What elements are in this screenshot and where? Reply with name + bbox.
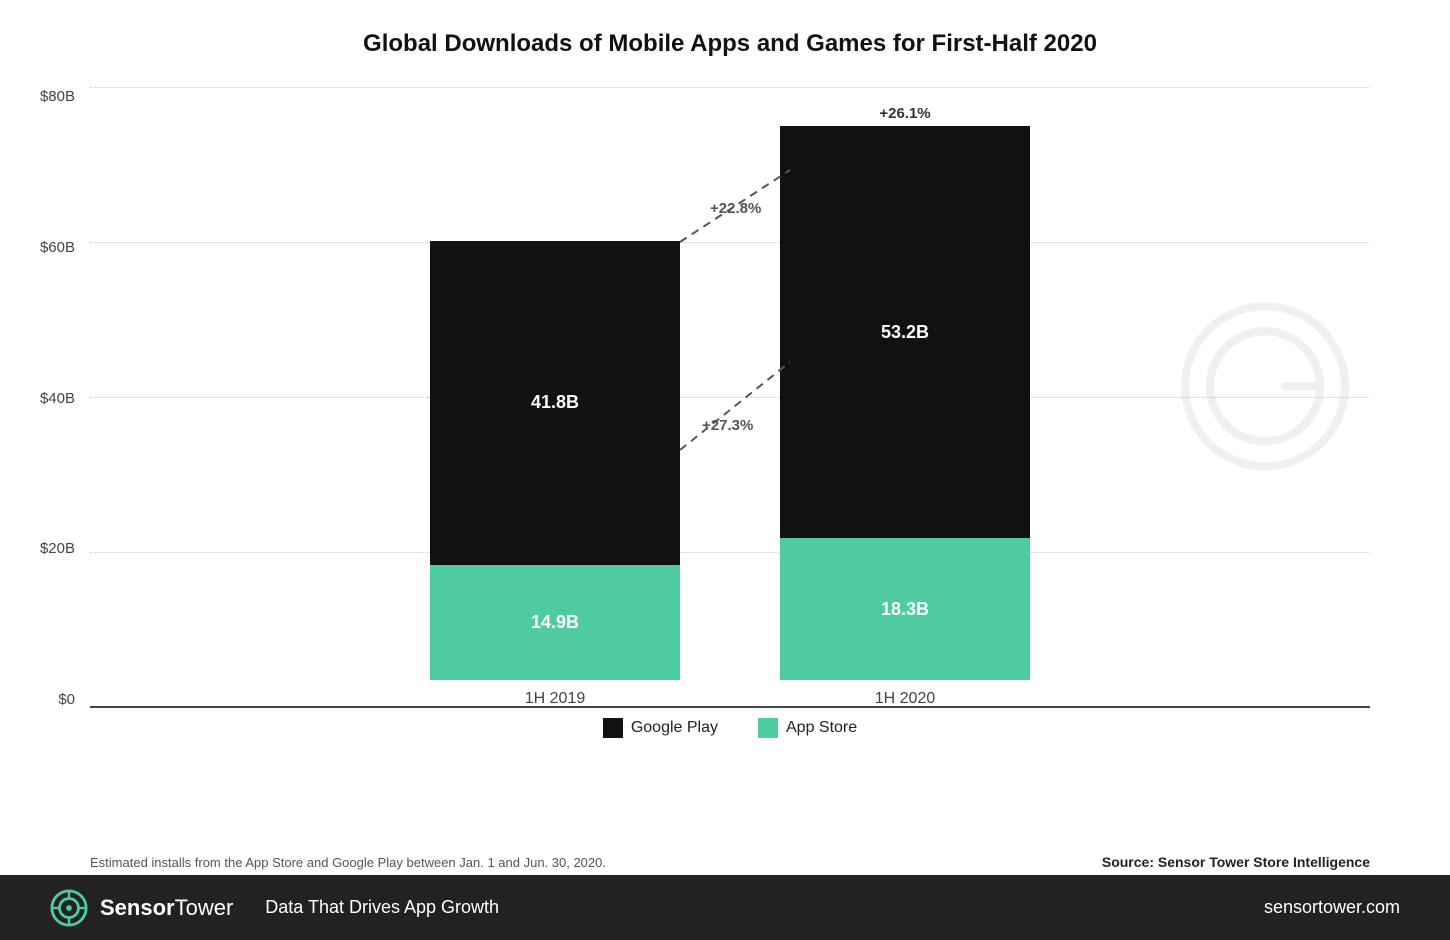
bar-label-appstore-2020: 18.3B — [881, 599, 929, 620]
growth-total-2020: +26.1% — [879, 105, 930, 122]
y-label-0: $0 — [20, 691, 75, 708]
y-label-20: $20B — [20, 540, 75, 557]
chart-title: Global Downloads of Mobile Apps and Game… — [90, 30, 1370, 58]
bar-segment-googleplay-2020: 53.2B — [780, 126, 1030, 538]
bar-label-appstore-2019: 14.9B — [531, 612, 579, 633]
tagline: Data That Drives App Growth — [265, 897, 499, 918]
bar-label-googleplay-2019: 41.8B — [531, 392, 579, 413]
legend: Google Play App Store — [90, 718, 1370, 738]
y-label-40: $40B — [20, 390, 75, 407]
bar-segment-appstore-2020: 18.3B — [780, 538, 1030, 680]
sensortower-logo-icon — [50, 889, 88, 927]
x-label-2019: 1H 2019 — [525, 690, 586, 708]
y-label-80: $80B — [20, 88, 75, 105]
bar-group-2019: 14.9B 41.8B 1H 2019 — [430, 241, 680, 708]
bar-segment-appstore-2019: 14.9B — [430, 565, 680, 680]
legend-box-app-store — [758, 718, 778, 738]
stacked-bar-2019: 14.9B 41.8B — [430, 241, 680, 680]
footer-website: sensortower.com — [1264, 897, 1400, 918]
bar-label-googleplay-2020: 53.2B — [881, 322, 929, 343]
footnote-source: Source: Sensor Tower Store Intelligence — [1102, 854, 1370, 870]
footnote-note: Estimated installs from the App Store an… — [90, 855, 606, 870]
legend-item-google-play: Google Play — [603, 718, 718, 738]
y-label-60: $60B — [20, 239, 75, 256]
stacked-bar-2020: 18.3B 53.2B — [780, 126, 1030, 680]
bottom-bar-left: SensorTower Data That Drives App Growth — [50, 889, 499, 927]
bar-group-2020: +26.1% 18.3B 53.2B 1H 2020 — [780, 105, 1030, 708]
chart-wrapper: Global Downloads of Mobile Apps and Game… — [0, 0, 1450, 940]
legend-label-app-store: App Store — [786, 719, 857, 737]
bottom-bar: SensorTower Data That Drives App Growth … — [0, 875, 1450, 940]
x-label-2020: 1H 2020 — [875, 690, 936, 708]
brand-second: Tower — [175, 895, 234, 920]
legend-item-app-store: App Store — [758, 718, 857, 738]
brand-first: Sensor — [100, 895, 175, 920]
bars-container: 14.9B 41.8B 1H 2019 +26.1% — [90, 88, 1370, 708]
legend-label-google-play: Google Play — [631, 719, 718, 737]
legend-box-google-play — [603, 718, 623, 738]
chart-area: Global Downloads of Mobile Apps and Game… — [0, 0, 1450, 854]
chart-inner: $0 $20B $40B $60B $80B — [90, 88, 1370, 708]
footnote: Estimated installs from the App Store an… — [0, 854, 1450, 875]
y-axis: $0 $20B $40B $60B $80B — [20, 88, 75, 708]
brand-name: SensorTower — [100, 895, 233, 921]
bar-segment-googleplay-2019: 41.8B — [430, 241, 680, 565]
